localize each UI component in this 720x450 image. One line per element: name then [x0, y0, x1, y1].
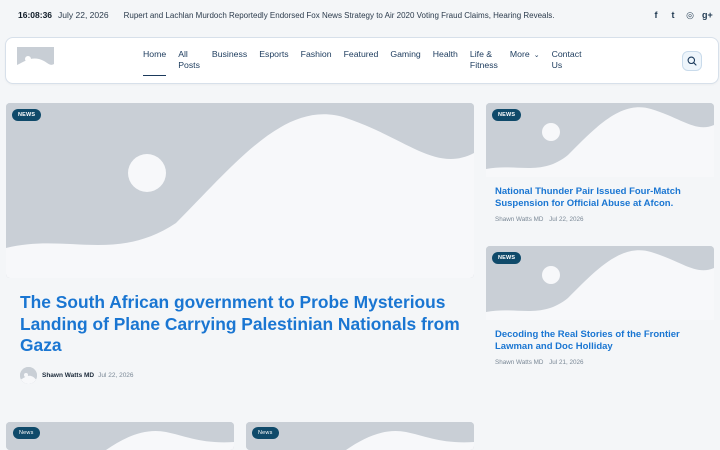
post-date: Jul 22, 2026: [98, 372, 134, 379]
category-badge[interactable]: NEWS: [12, 109, 42, 121]
instagram-icon[interactable]: ◎: [685, 9, 695, 21]
nav-gaming[interactable]: Gaming: [384, 49, 426, 71]
nav-health[interactable]: Health: [427, 49, 464, 71]
current-date: July 22, 2026: [58, 10, 109, 20]
author-name[interactable]: Shawn Watts MD: [495, 359, 543, 366]
category-badge[interactable]: News: [13, 427, 40, 439]
search-icon: [687, 56, 697, 66]
category-badge[interactable]: NEWS: [492, 109, 522, 121]
side-article-meta: Shawn Watts MD Jul 22, 2026: [495, 216, 583, 223]
post-date: Jul 21, 2026: [549, 359, 584, 366]
search-button[interactable]: [682, 51, 702, 71]
chevron-down-icon: ⌄: [533, 52, 540, 59]
nav-life-fitness[interactable]: Life & Fitness: [464, 49, 504, 71]
nav-esports[interactable]: Esports: [253, 49, 294, 71]
featured-article[interactable]: NEWS: [6, 103, 474, 278]
site-header: Home All Posts Business Esports Fashion F…: [5, 37, 719, 84]
clock-time: 16:08:36: [18, 10, 53, 20]
nav-all-posts[interactable]: All Posts: [172, 49, 206, 71]
side-article-1[interactable]: NEWS National Thunder Pair Issued Four-M…: [486, 103, 714, 233]
featured-title[interactable]: The South African government to Probe My…: [20, 292, 470, 357]
featured-image[interactable]: [6, 103, 474, 278]
side-article-title[interactable]: National Thunder Pair Issued Four-Match …: [495, 186, 705, 209]
social-links: f t ◎ g+: [651, 9, 713, 21]
avatar[interactable]: [20, 367, 37, 384]
bottom-article-image[interactable]: [246, 422, 474, 450]
author-name[interactable]: Shawn Watts MD: [495, 216, 543, 223]
bottom-article-image[interactable]: [6, 422, 234, 450]
category-badge[interactable]: NEWS: [492, 252, 522, 264]
google-plus-icon[interactable]: g+: [702, 9, 713, 21]
twitter-icon[interactable]: t: [668, 9, 678, 21]
main-nav: Home All Posts Business Esports Fashion F…: [137, 49, 588, 76]
nav-home[interactable]: Home: [137, 49, 172, 76]
side-article-2[interactable]: NEWS Decoding the Real Stories of the Fr…: [486, 246, 714, 376]
category-badge[interactable]: News: [252, 427, 279, 439]
featured-meta: Shawn Watts MD Jul 22, 2026: [20, 367, 134, 384]
top-bar: 16:08:36 July 22, 2026 Rupert and Lachla…: [0, 0, 720, 30]
nav-more[interactable]: More ⌄: [504, 49, 546, 71]
bottom-article-1[interactable]: News: [6, 422, 234, 450]
nav-featured[interactable]: Featured: [338, 49, 385, 71]
site-logo[interactable]: [17, 47, 54, 71]
post-date: Jul 22, 2026: [549, 216, 584, 223]
nav-fashion[interactable]: Fashion: [295, 49, 338, 71]
side-article-title[interactable]: Decoding the Real Stories of the Frontie…: [495, 329, 705, 352]
nav-business[interactable]: Business: [206, 49, 253, 71]
nav-contact-us[interactable]: Contact Us: [546, 49, 588, 71]
facebook-icon[interactable]: f: [651, 9, 661, 21]
side-article-meta: Shawn Watts MD Jul 21, 2026: [495, 359, 583, 366]
news-ticker[interactable]: Rupert and Lachlan Murdoch Reportedly En…: [124, 11, 555, 20]
bottom-article-2[interactable]: News: [246, 422, 474, 450]
author-name[interactable]: Shawn Watts MD: [42, 372, 94, 379]
